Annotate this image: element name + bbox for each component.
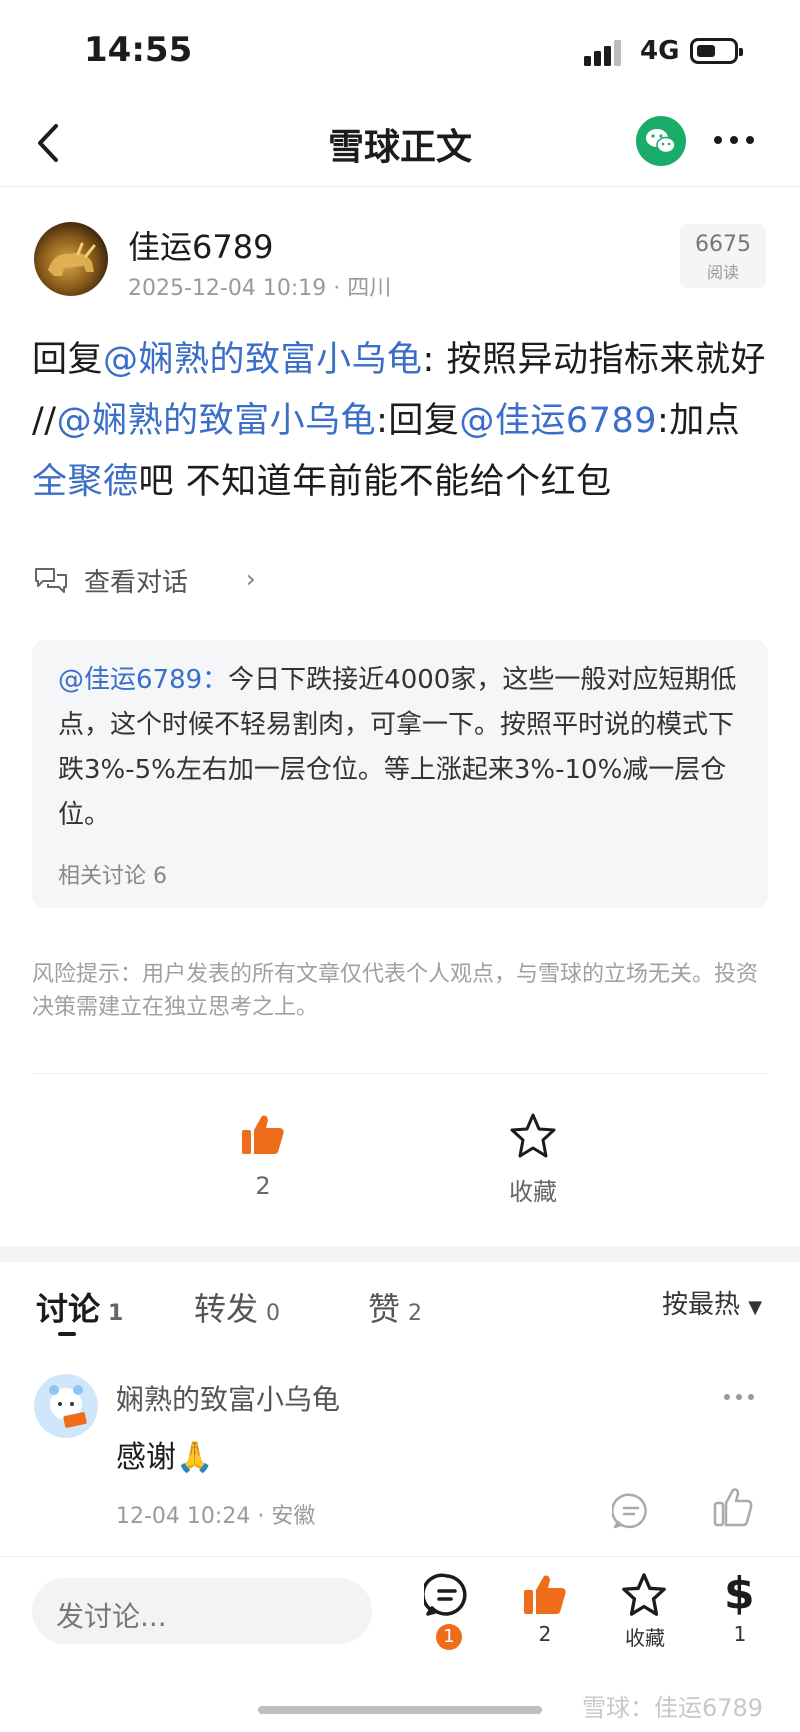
stock-link[interactable]: 全聚德 xyxy=(32,462,139,502)
chevron-right-icon: › xyxy=(246,565,256,593)
wechat-share-button[interactable] xyxy=(636,116,686,166)
reply-icon[interactable] xyxy=(612,1492,650,1530)
thumbs-up-icon[interactable] xyxy=(240,1112,286,1156)
more-icon[interactable] xyxy=(722,1392,756,1402)
bull-statue-icon xyxy=(48,242,96,276)
reads-badge: 6675 阅读 xyxy=(680,224,766,288)
commenter-name[interactable]: 娴熟的致富小乌龟 xyxy=(116,1378,340,1418)
meta-separator: · xyxy=(333,276,348,301)
tab-count: 2 xyxy=(408,1301,423,1326)
home-indicator[interactable] xyxy=(258,1706,542,1714)
caret-down-icon: ▼ xyxy=(748,1297,763,1318)
post-text: :加点 xyxy=(656,401,741,441)
post-timestamp: 2025-12-04 10:19 xyxy=(128,276,327,301)
comment-count-badge: 1 xyxy=(436,1624,462,1650)
tab-label: 转发 xyxy=(194,1290,259,1328)
section-gap xyxy=(0,1246,800,1262)
post-body: 回复@娴熟的致富小乌龟: 按照异动指标来就好 //@娴熟的致富小乌龟:回复@佳运… xyxy=(32,330,772,513)
mention-link[interactable]: @佳运6789 xyxy=(459,401,657,441)
favorite-label[interactable]: 收藏 xyxy=(490,1172,576,1207)
active-tab-indicator xyxy=(58,1332,76,1336)
more-icon[interactable] xyxy=(712,130,756,150)
tab-label: 赞 xyxy=(368,1290,401,1328)
content-divider xyxy=(32,1073,768,1074)
signal-icon xyxy=(584,40,621,66)
post-meta: 2025-12-04 10:19 · 四川 xyxy=(128,270,391,302)
tab-count: 1 xyxy=(108,1301,124,1326)
view-conversation-label: 查看对话 xyxy=(84,568,189,598)
sort-label: 按最热 xyxy=(662,1290,741,1320)
risk-notice: 风险提示：用户发表的所有文章仅代表个人观点，与雪球的立场无关。投资决策需建立在独… xyxy=(32,962,759,1020)
cartoon-avatar-icon xyxy=(49,1385,87,1428)
tab-discussion[interactable]: 讨论 1 xyxy=(36,1284,123,1330)
reward-count: 1 xyxy=(733,1622,747,1646)
like-count: 2 xyxy=(255,1172,271,1200)
wechat-icon xyxy=(646,129,676,154)
star-icon[interactable] xyxy=(508,1112,558,1160)
commenter-avatar[interactable] xyxy=(34,1374,98,1438)
reads-count: 6675 xyxy=(695,232,751,257)
post-location: 四川 xyxy=(347,276,392,301)
reward-icon[interactable]: $ xyxy=(724,1568,755,1619)
comment-location: 安徽 xyxy=(271,1504,316,1529)
comment-icon[interactable] xyxy=(424,1572,470,1618)
mention-link[interactable]: @娴熟的致富小乌龟 xyxy=(103,340,423,380)
tab-count: 0 xyxy=(266,1301,281,1326)
quoted-post-content: @佳运6789：今日下跌接近4000家，这些一般对应短期低点，这个时候不轻易割肉… xyxy=(58,658,748,838)
quoted-post[interactable]: @佳运6789：今日下跌接近4000家，这些一般对应短期低点，这个时候不轻易割肉… xyxy=(32,640,768,908)
tab-repost[interactable]: 转发 0 xyxy=(194,1284,280,1330)
quoted-mention[interactable]: @佳运6789： xyxy=(58,665,228,695)
post-text: 回复 xyxy=(32,340,104,380)
comment-meta: 12-04 10:24 · 安徽 xyxy=(116,1498,315,1530)
thumbs-up-icon[interactable] xyxy=(522,1572,568,1616)
meta-separator: · xyxy=(257,1504,272,1529)
comment-input-placeholder: 发讨论... xyxy=(56,1600,167,1633)
network-type: 4G xyxy=(640,36,680,66)
post-text: 吧 不知道年前能不能给个红包 xyxy=(138,462,612,502)
thumbs-up-outline-icon[interactable] xyxy=(712,1486,754,1528)
header-divider xyxy=(0,186,800,187)
related-discussions[interactable]: 相关讨论 6 xyxy=(58,858,167,890)
comment-text: 感谢🙏 xyxy=(116,1440,214,1475)
author-avatar[interactable] xyxy=(34,222,108,296)
sort-dropdown[interactable]: 按最热 ▼ xyxy=(662,1284,762,1321)
author-name[interactable]: 佳运6789 xyxy=(128,222,273,268)
watermark: 雪球：佳运6789 xyxy=(582,1694,764,1722)
tab-label: 讨论 xyxy=(36,1290,101,1328)
tab-likes[interactable]: 赞2 xyxy=(368,1284,422,1330)
battery-icon xyxy=(690,38,743,64)
comment-input[interactable]: 发讨论... xyxy=(32,1578,372,1644)
star-icon[interactable] xyxy=(620,1572,668,1618)
conversation-icon xyxy=(35,568,67,593)
comment-time: 12-04 10:24 xyxy=(116,1504,251,1529)
bottom-like-count: 2 xyxy=(538,1622,552,1646)
reads-label: 阅读 xyxy=(706,263,739,282)
post-text: :回复 xyxy=(376,401,460,441)
mention-link[interactable]: @娴熟的致富小乌龟 xyxy=(57,401,377,441)
bottom-favorite-label[interactable]: 收藏 xyxy=(610,1622,680,1651)
status-time: 14:55 xyxy=(84,30,193,70)
